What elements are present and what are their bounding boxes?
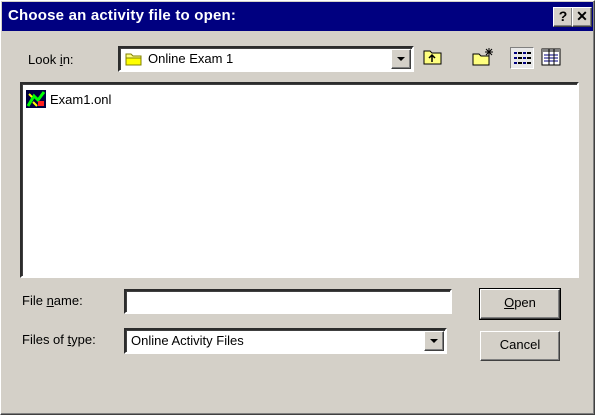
list-view-button[interactable] bbox=[510, 47, 534, 69]
create-new-folder-icon bbox=[472, 48, 493, 66]
folder-icon bbox=[125, 53, 142, 66]
file-name-input[interactable] bbox=[124, 289, 452, 314]
look-in-value: Online Exam 1 bbox=[148, 51, 234, 66]
dialog-title: Choose an activity file to open: bbox=[8, 7, 237, 24]
create-new-folder-button[interactable] bbox=[471, 46, 495, 68]
close-button[interactable]: ✕ bbox=[572, 7, 592, 27]
file-name-label: Exam1.onl bbox=[50, 91, 112, 107]
files-of-type-label: Files of type: bbox=[22, 332, 96, 347]
up-one-level-button[interactable] bbox=[421, 46, 445, 68]
file-name-label: File name: bbox=[22, 293, 83, 308]
activity-file-icon bbox=[26, 90, 46, 108]
list-item[interactable]: Exam1.onl bbox=[26, 90, 111, 108]
look-in-label: Look in: bbox=[28, 52, 74, 67]
chevron-down-icon[interactable] bbox=[391, 49, 411, 69]
open-file-dialog: Choose an activity file to open: ? ✕ Loo… bbox=[0, 0, 595, 415]
cancel-button[interactable]: Cancel bbox=[480, 331, 560, 361]
look-in-dropdown[interactable]: Online Exam 1 bbox=[118, 46, 414, 72]
file-list[interactable]: Exam1.onl bbox=[20, 82, 579, 278]
chevron-down-icon[interactable] bbox=[424, 331, 444, 351]
title-bar[interactable]: Choose an activity file to open: ? ✕ bbox=[2, 2, 593, 31]
files-of-type-value: Online Activity Files bbox=[131, 333, 244, 348]
help-button[interactable]: ? bbox=[553, 7, 573, 27]
files-of-type-dropdown[interactable]: Online Activity Files bbox=[124, 328, 447, 354]
list-view-icon bbox=[514, 52, 531, 64]
details-view-button[interactable] bbox=[539, 46, 563, 68]
up-one-level-icon bbox=[423, 50, 442, 65]
open-button[interactable]: Open bbox=[479, 288, 561, 320]
details-view-icon bbox=[541, 48, 561, 66]
